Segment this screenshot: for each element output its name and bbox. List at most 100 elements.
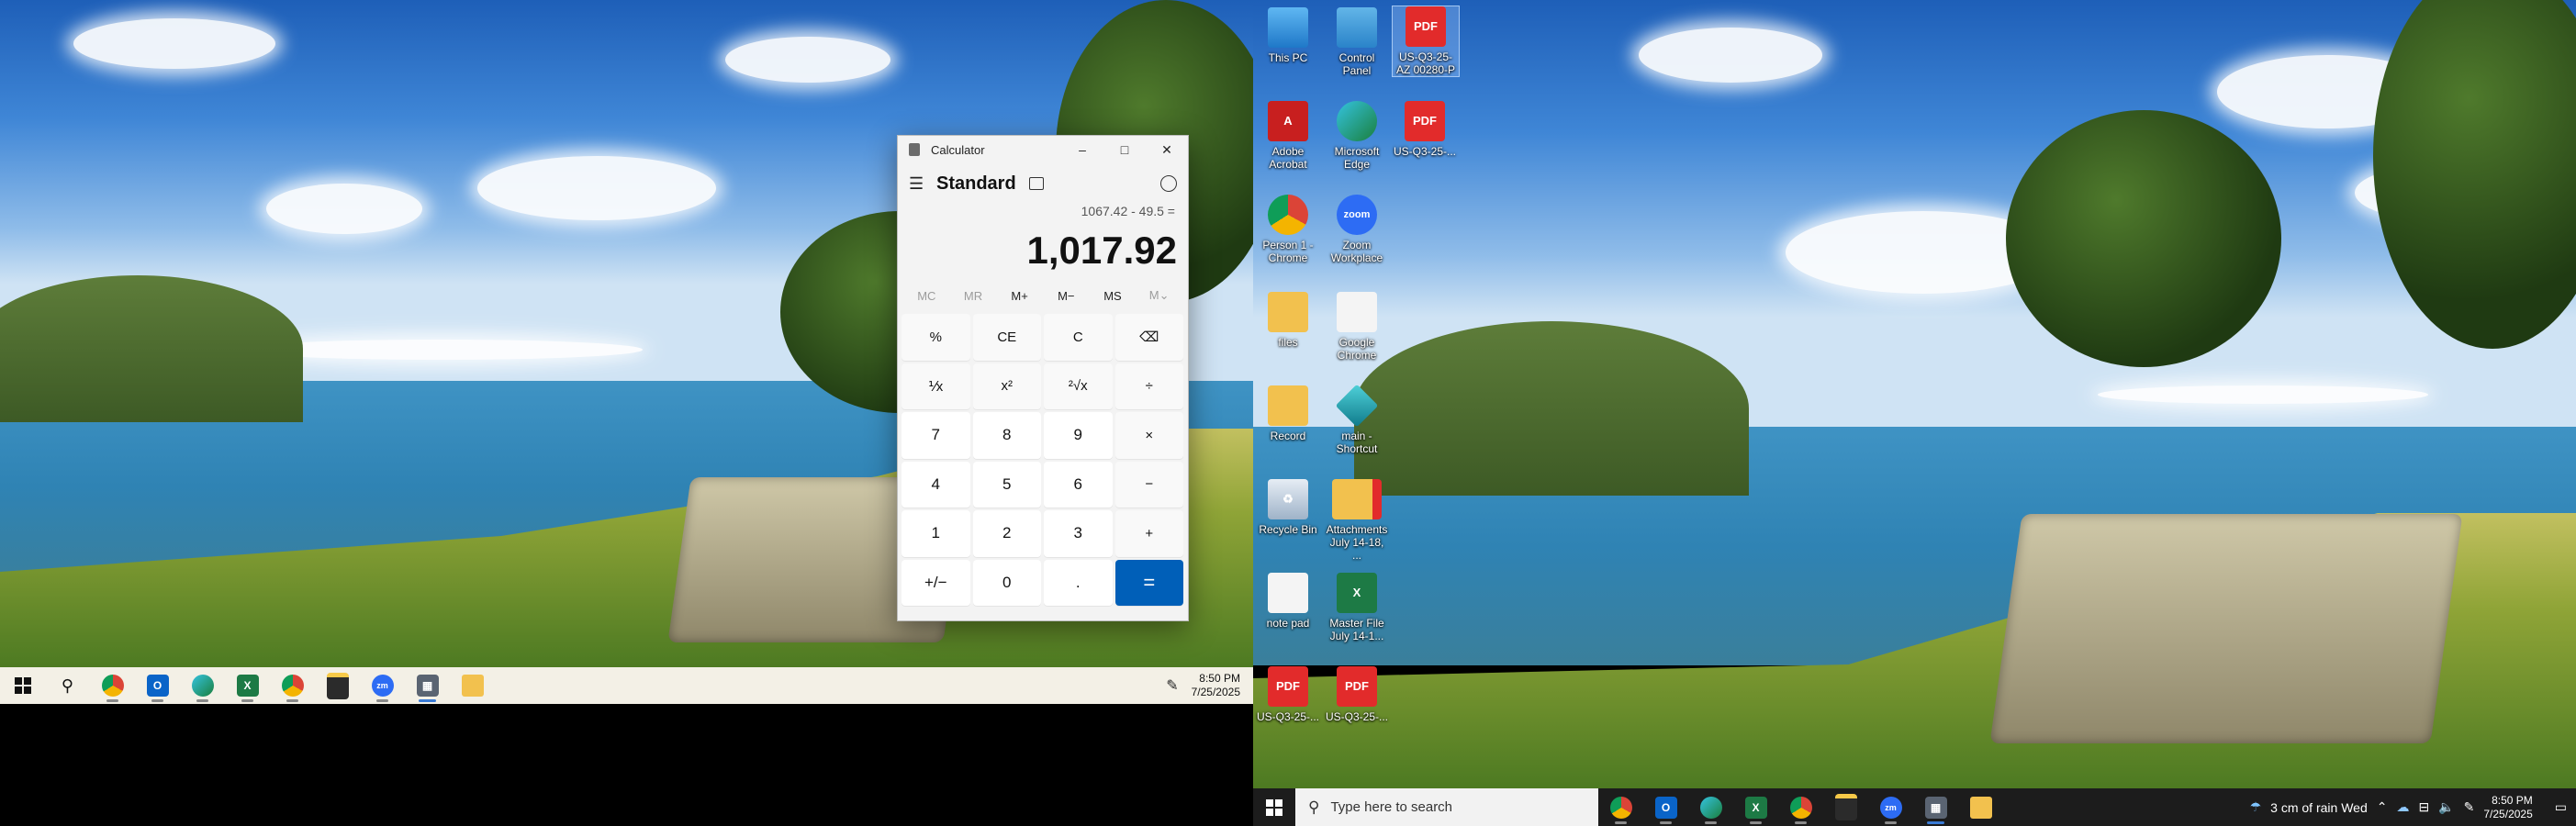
digit-4-key[interactable]: 4 xyxy=(902,461,970,508)
edge-icon[interactable] xyxy=(1688,789,1733,826)
excel-icon[interactable]: X xyxy=(1733,789,1778,826)
outlook-icon[interactable]: O xyxy=(135,667,180,704)
pen-icon[interactable]: ✎ xyxy=(2464,799,2475,815)
right-clock[interactable]: 8:50 PM 7/25/2025 xyxy=(2483,794,2545,821)
negate-key[interactable]: +/− xyxy=(902,559,970,606)
digit-6-key[interactable]: 6 xyxy=(1044,461,1113,508)
maximize-button[interactable]: □ xyxy=(1103,136,1146,163)
add-key[interactable]: + xyxy=(1114,510,1183,557)
left-clock[interactable]: 8:50 PM 7/25/2025 xyxy=(1192,672,1253,699)
start-button[interactable] xyxy=(1253,789,1295,826)
desktop-icon-pdf[interactable]: PDF US-Q3-25-... xyxy=(1392,101,1458,158)
digit-5-key[interactable]: 5 xyxy=(972,461,1041,508)
sticky-notes-icon[interactable] xyxy=(1823,789,1868,826)
wallpaper-cloud xyxy=(1639,28,1822,83)
desktop-icon-zoom-workplace[interactable]: zoom Zoom Workplace xyxy=(1324,195,1390,264)
pen-icon[interactable]: ✎ xyxy=(1166,676,1178,695)
desktop-icon-control-panel[interactable]: Control Panel xyxy=(1324,7,1390,77)
memory-subtract-button[interactable]: M− xyxy=(1044,289,1088,303)
wallpaper-cloud xyxy=(266,184,422,234)
desktop-icon-microsoft-edge[interactable]: Microsoft Edge xyxy=(1324,101,1390,171)
start-button[interactable] xyxy=(0,667,45,704)
excel-icon[interactable]: X xyxy=(225,667,270,704)
taskbar-search-box[interactable]: ⚲ Type here to search xyxy=(1295,788,1598,826)
desktop-icon-main-shortcut[interactable]: main - Shortcut xyxy=(1324,384,1390,455)
search-icon[interactable]: ⚲ xyxy=(45,667,90,704)
memory-recall-button[interactable]: MR xyxy=(951,289,995,303)
square-key[interactable]: x² xyxy=(972,363,1041,409)
desktop-icon-record[interactable]: Record xyxy=(1255,385,1321,442)
digit-3-key[interactable]: 3 xyxy=(1044,510,1113,557)
wallpaper-hill xyxy=(1354,321,1749,496)
chrome-profile-icon[interactable] xyxy=(1778,789,1823,826)
minimize-button[interactable]: – xyxy=(1061,136,1103,163)
equals-key[interactable]: = xyxy=(1114,559,1183,606)
history-icon[interactable] xyxy=(1160,175,1177,192)
desktop-icon-recycle-bin[interactable]: ♻ Recycle Bin xyxy=(1255,479,1321,536)
desktop-icon-adobe-acrobat[interactable]: A Adobe Acrobat xyxy=(1255,101,1321,171)
desktop-icon-label: Recycle Bin xyxy=(1259,523,1317,536)
zoom-icon[interactable]: zm xyxy=(1868,789,1913,826)
hamburger-menu-icon[interactable]: ☰ xyxy=(909,174,933,194)
desktop-icon-pdf-selected[interactable]: PDF US-Q3-25-AZ 00280-P xyxy=(1392,6,1460,77)
memory-add-button[interactable]: M+ xyxy=(998,289,1042,303)
desktop-icon-files[interactable]: files xyxy=(1255,292,1321,349)
shortcut-icon xyxy=(1335,384,1379,428)
calculator-app-icon xyxy=(909,143,920,156)
folder-icon xyxy=(1268,292,1308,332)
close-button[interactable]: ✕ xyxy=(1146,136,1188,163)
file-icon xyxy=(1337,292,1377,332)
outlook-icon[interactable]: O xyxy=(1643,789,1688,826)
desktop-icon-pdf[interactable]: PDF US-Q3-25-... xyxy=(1255,666,1321,723)
edge-icon[interactable] xyxy=(180,667,225,704)
sticky-notes-icon[interactable] xyxy=(315,667,360,704)
digit-2-key[interactable]: 2 xyxy=(972,510,1041,557)
onedrive-icon[interactable]: ☁ xyxy=(2396,799,2409,815)
decimal-key[interactable]: . xyxy=(1044,559,1113,606)
square-root-key[interactable]: ²√x xyxy=(1044,363,1113,409)
subtract-key[interactable]: − xyxy=(1114,461,1183,508)
weather-icon[interactable]: ☂ xyxy=(2250,799,2262,815)
memory-store-button[interactable]: MS xyxy=(1091,289,1135,303)
desktop-icon-label: US-Q3-25-... xyxy=(1256,710,1319,723)
digit-9-key[interactable]: 9 xyxy=(1044,412,1113,459)
digit-0-key[interactable]: 0 xyxy=(972,559,1041,606)
desktop-icon-note-pad[interactable]: note pad xyxy=(1255,573,1321,630)
desktop-icon-label: US-Q3-25-AZ 00280-P xyxy=(1395,50,1456,76)
multiply-key[interactable]: × xyxy=(1114,412,1183,459)
desktop-icon-pdf[interactable]: PDF US-Q3-25-... xyxy=(1324,666,1390,723)
desktop-icon-label: Control Panel xyxy=(1338,51,1375,77)
memory-list-button[interactable]: M⌄ xyxy=(1137,288,1182,303)
desktop-icon-attachments[interactable]: Attachments July 14-18, ... xyxy=(1324,479,1390,562)
percent-key[interactable]: % xyxy=(902,314,970,361)
keep-on-top-icon[interactable] xyxy=(1028,177,1044,190)
window-title: Calculator xyxy=(931,142,985,157)
digit-8-key[interactable]: 8 xyxy=(972,412,1041,459)
volume-icon[interactable]: 🔈 xyxy=(2438,799,2454,815)
chrome-icon[interactable] xyxy=(1598,789,1643,826)
windows-logo-icon xyxy=(1266,798,1282,816)
clear-entry-key[interactable]: CE xyxy=(972,314,1041,361)
divide-key[interactable]: ÷ xyxy=(1114,363,1183,409)
file-explorer-icon[interactable] xyxy=(450,667,495,704)
zoom-icon[interactable]: zm xyxy=(360,667,405,704)
chevron-up-icon[interactable]: ⌃ xyxy=(2377,799,2388,815)
file-explorer-icon[interactable] xyxy=(1958,789,2003,826)
clear-key[interactable]: C xyxy=(1044,314,1113,361)
backspace-key[interactable]: ⌫ xyxy=(1114,314,1183,361)
digit-1-key[interactable]: 1 xyxy=(902,510,970,557)
chrome-icon[interactable] xyxy=(90,667,135,704)
desktop-icon-this-pc[interactable]: This PC xyxy=(1255,7,1321,64)
desktop-icon-google-chrome-file[interactable]: Google Chrome xyxy=(1324,292,1390,362)
notifications-icon[interactable]: ▭ xyxy=(2555,799,2567,815)
desktop-icon-master-file[interactable]: X Master File July 14-1... xyxy=(1324,573,1390,642)
reciprocal-key[interactable]: ⅟x xyxy=(902,363,970,409)
desktop-icon-person1-chrome[interactable]: Person 1 - Chrome xyxy=(1255,195,1321,264)
calculator-icon[interactable]: ▦ xyxy=(1913,789,1958,826)
digit-7-key[interactable]: 7 xyxy=(902,412,970,459)
weather-text[interactable]: 3 cm of rain Wed xyxy=(2270,800,2368,815)
network-icon[interactable]: ⊟ xyxy=(2418,799,2429,815)
chrome-profile-icon[interactable] xyxy=(270,667,315,704)
calculator-icon[interactable]: ▦ xyxy=(405,667,450,704)
memory-clear-button[interactable]: MC xyxy=(904,289,948,303)
